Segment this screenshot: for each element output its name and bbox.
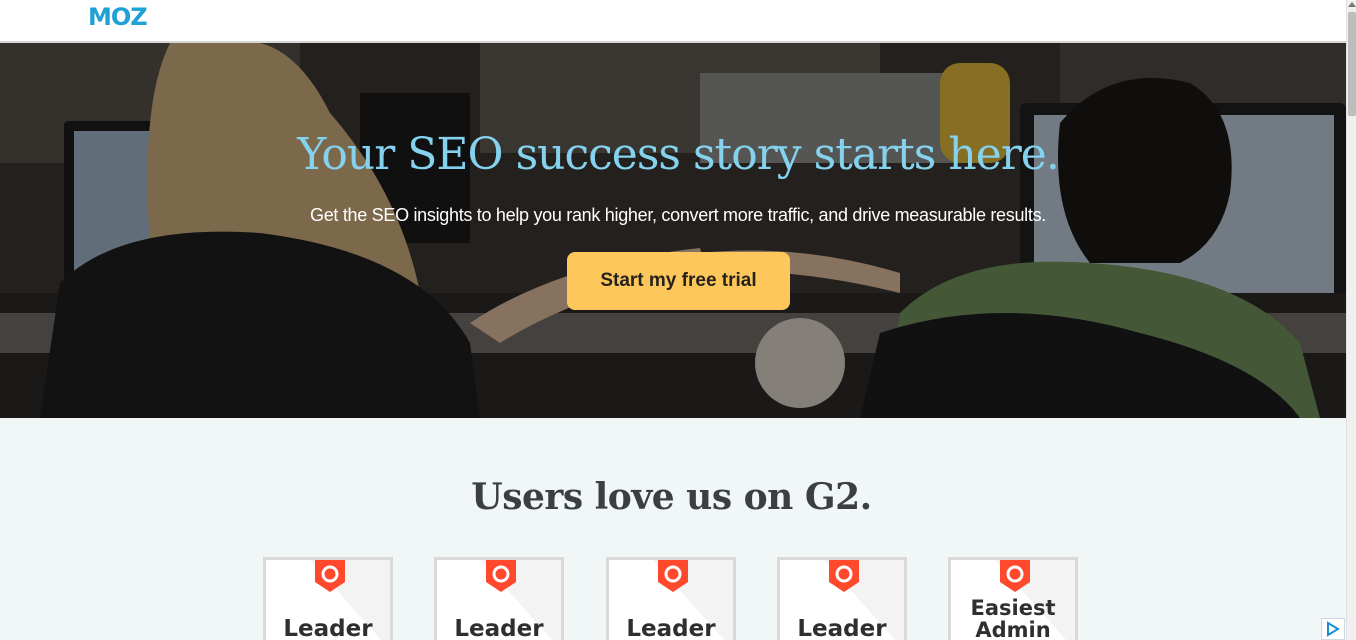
g2-logo-icon <box>486 560 516 592</box>
start-free-trial-button[interactable]: Start my free trial <box>567 252 790 310</box>
moz-logo[interactable]: MOZ <box>88 5 148 29</box>
hero-section: Your SEO success story starts here. Get … <box>0 43 1346 418</box>
badge-label: Leader <box>283 616 373 640</box>
g2-logo-icon <box>658 560 688 592</box>
badge-label: Easiest Admin <box>951 597 1075 640</box>
badge-label-line2: Admin <box>975 618 1051 640</box>
g2-badge-leader-2[interactable]: Leader <box>434 557 564 640</box>
adchoices-icon[interactable] <box>1321 618 1345 640</box>
badge-label: Leader <box>626 616 716 640</box>
badge-label: Leader <box>797 616 887 640</box>
g2-badge-leader-1[interactable]: Leader <box>263 557 393 640</box>
g2-badge-easiest-admin[interactable]: Easiest Admin <box>948 557 1078 640</box>
hero-title: Your SEO success story starts here. <box>297 129 1060 180</box>
hero-overlay <box>0 43 1346 418</box>
hero-subtitle: Get the SEO insights to help you rank hi… <box>310 205 1046 225</box>
page-scrollbar[interactable] <box>1346 0 1356 640</box>
g2-section-title: Users love us on G2. <box>471 476 872 518</box>
badge-label-line1: Easiest <box>970 596 1056 620</box>
g2-logo-icon <box>829 560 859 592</box>
g2-badge-leader-3[interactable]: Leader <box>606 557 736 640</box>
scroll-up-arrow-icon[interactable] <box>1348 1 1356 7</box>
badge-label: Leader <box>454 616 544 640</box>
site-header: MOZ <box>0 0 1346 43</box>
adchoices-glyph-icon <box>1327 621 1340 637</box>
g2-logo-icon <box>1000 560 1030 592</box>
scrollbar-thumb[interactable] <box>1348 12 1356 116</box>
g2-badges: Leader Leader Leader Leader Easiest Admi… <box>0 557 1346 640</box>
g2-logo-icon <box>315 560 345 592</box>
g2-badge-leader-4[interactable]: Leader <box>777 557 907 640</box>
